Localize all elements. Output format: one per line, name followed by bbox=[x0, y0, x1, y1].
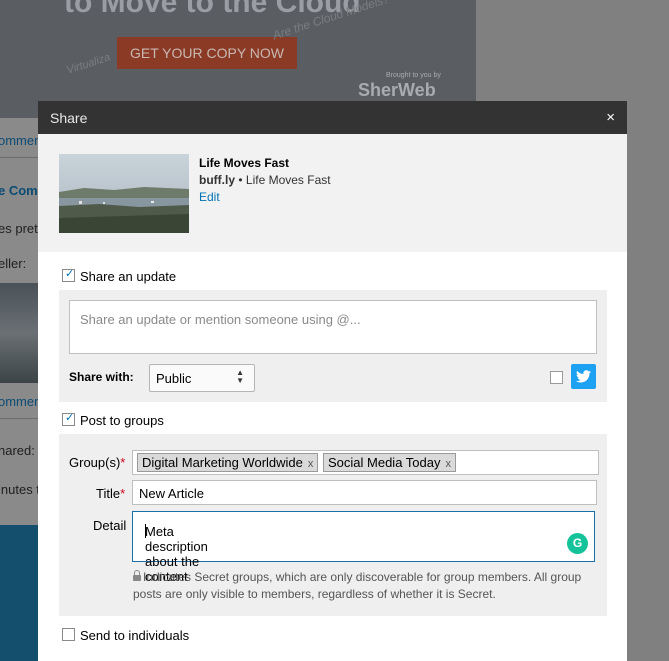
bg-blue-block bbox=[0, 525, 40, 661]
title-value: New Article bbox=[139, 486, 205, 501]
remove-tag-icon[interactable]: x bbox=[308, 458, 314, 470]
bg-fragment-text: hared: bbox=[0, 443, 35, 458]
post-groups-panel: Group(s)* Digital Marketing Worldwide x S… bbox=[59, 434, 607, 616]
preview-separator: • bbox=[238, 173, 243, 187]
bg-divider bbox=[0, 157, 40, 158]
group-tag-label: Social Media Today bbox=[328, 455, 441, 470]
select-arrows-icon: ▲ ▼ bbox=[236, 368, 244, 385]
banner-cta-button[interactable]: GET YOUR COPY NOW bbox=[117, 37, 297, 69]
remove-tag-icon[interactable]: x bbox=[446, 458, 452, 470]
text-caret bbox=[145, 524, 146, 538]
required-mark: * bbox=[120, 486, 126, 501]
bg-fragment-text: inutes t bbox=[0, 482, 40, 497]
post-groups-checkbox[interactable]: ✓ bbox=[62, 412, 75, 426]
check-icon: ✓ bbox=[65, 268, 75, 280]
close-icon[interactable]: × bbox=[606, 109, 615, 126]
preview-source: buff.ly • Life Moves Fast bbox=[199, 173, 331, 187]
preview-source-title: Life Moves Fast bbox=[245, 173, 331, 187]
bg-fragment-comment-link[interactable]: ommen bbox=[0, 394, 41, 409]
bg-divider bbox=[0, 418, 40, 419]
bg-fragment-comment-link[interactable]: ommen bbox=[0, 133, 41, 148]
title-input[interactable]: New Article bbox=[132, 480, 597, 505]
banner-brand: SherWeb bbox=[358, 80, 436, 100]
dialog-header: Share × bbox=[38, 101, 627, 134]
share-with-value: Public bbox=[156, 371, 192, 386]
title-label: Title* bbox=[96, 486, 125, 501]
preview-domain: buff.ly bbox=[199, 173, 235, 187]
share-with-label: Share with: bbox=[69, 370, 134, 384]
bg-image bbox=[0, 283, 40, 383]
share-dialog: Share × Life Moves Fast buff.ly • Life M… bbox=[38, 101, 627, 661]
update-text-input[interactable]: Share an update or mention someone using… bbox=[69, 300, 597, 354]
bg-fragment-text: eller: bbox=[0, 256, 27, 271]
preview-edit-link[interactable]: Edit bbox=[199, 190, 220, 204]
link-preview: Life Moves Fast buff.ly • Life Moves Fas… bbox=[38, 134, 627, 252]
detail-label: Detail bbox=[93, 518, 127, 533]
twitter-checkbox[interactable] bbox=[550, 371, 563, 384]
detail-textarea[interactable]: Meta description about the content G bbox=[132, 511, 595, 584]
send-individuals-label[interactable]: Send to individuals bbox=[80, 628, 189, 643]
check-icon: ✓ bbox=[65, 412, 75, 424]
secret-groups-note-text: Indicates Secret groups, which are only … bbox=[133, 570, 582, 601]
send-individuals-checkbox[interactable] bbox=[62, 628, 75, 641]
preview-thumbnail bbox=[59, 154, 189, 233]
update-placeholder: Share an update or mention someone using… bbox=[80, 312, 361, 327]
bg-fragment-text: es prett bbox=[0, 221, 42, 236]
share-with-select[interactable]: Public ▲ ▼ bbox=[149, 364, 255, 392]
dialog-title: Share bbox=[50, 110, 88, 126]
share-update-panel: Share an update or mention someone using… bbox=[59, 290, 607, 402]
group-tag-label: Digital Marketing Worldwide bbox=[142, 455, 303, 470]
title-label-text: Title bbox=[96, 486, 121, 501]
bg-fragment-heading[interactable]: e Com bbox=[0, 183, 38, 198]
groups-label: Group(s)* bbox=[69, 455, 125, 470]
preview-title: Life Moves Fast bbox=[199, 156, 290, 170]
twitter-bird-icon[interactable] bbox=[571, 364, 596, 389]
groups-label-text: Group(s) bbox=[69, 455, 121, 470]
group-tag: Digital Marketing Worldwide x bbox=[137, 453, 319, 472]
grammarly-icon[interactable]: G bbox=[567, 533, 588, 554]
groups-tag-input[interactable]: Digital Marketing Worldwide x Social Medi… bbox=[132, 450, 599, 475]
share-update-label[interactable]: Share an update bbox=[80, 269, 176, 284]
banner-brand-caption: Brought to you by bbox=[386, 72, 441, 79]
required-mark: * bbox=[120, 455, 126, 470]
sherweb-logo: Brought to you by SherWeb bbox=[358, 72, 441, 101]
banner-text-left: Virtualiza bbox=[65, 51, 112, 77]
secret-groups-note: Indicates Secret groups, which are only … bbox=[133, 569, 593, 603]
lock-icon bbox=[133, 570, 141, 581]
group-tag: Social Media Today x bbox=[323, 453, 456, 472]
share-update-checkbox[interactable]: ✓ bbox=[62, 268, 75, 282]
post-groups-label[interactable]: Post to groups bbox=[80, 413, 164, 428]
